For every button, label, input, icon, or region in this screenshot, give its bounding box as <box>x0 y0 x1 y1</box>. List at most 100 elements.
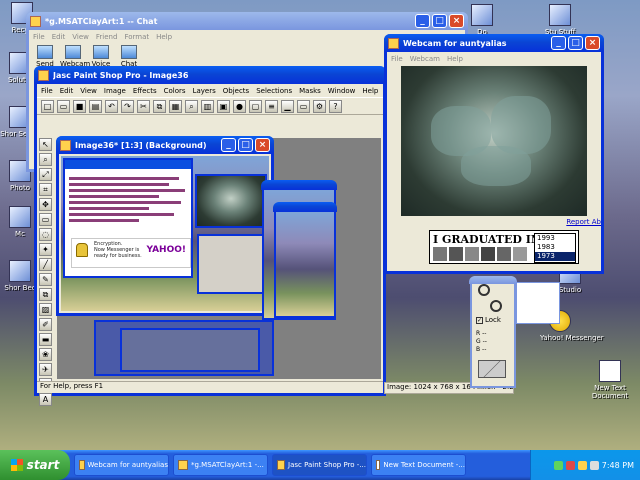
picture-tube-icon[interactable]: ❀ <box>39 348 52 361</box>
maximize-button[interactable]: □ <box>238 138 253 152</box>
layers-icon[interactable]: ≡ <box>265 99 278 113</box>
webcam-titlebar[interactable]: Webcam for auntyalias _ □ × <box>384 34 604 52</box>
cut-icon[interactable]: ✂ <box>137 99 150 113</box>
arrow-tool-icon[interactable]: ↖ <box>39 138 52 151</box>
document-icon <box>471 4 493 26</box>
overview-icon[interactable]: ▭ <box>297 99 310 113</box>
menu-colors[interactable]: Colors <box>164 87 186 95</box>
airbrush-tool-icon[interactable]: ✈ <box>39 363 52 376</box>
mover-tool-icon[interactable]: ✥ <box>39 198 52 211</box>
image-canvas[interactable]: Encryption. Now Messenger is ready for b… <box>61 156 269 311</box>
tool-options-icon[interactable]: ⚙ <box>313 99 326 113</box>
close-button[interactable]: × <box>255 138 270 152</box>
help-icon[interactable]: ? <box>329 99 342 113</box>
year-option[interactable]: 1983 <box>535 243 575 252</box>
menu-layers[interactable]: Layers <box>193 87 216 95</box>
zoom-icon[interactable]: ⌕ <box>185 99 198 113</box>
redo-icon[interactable]: ↷ <box>121 99 134 113</box>
notepad-icon <box>376 460 381 470</box>
clock[interactable]: 7:48 PM <box>602 461 634 470</box>
menu-masks[interactable]: Masks <box>299 87 321 95</box>
undo-icon[interactable]: ↶ <box>105 99 118 113</box>
retouch-tool-icon[interactable]: ✐ <box>39 318 52 331</box>
messenger-tray-icon[interactable] <box>577 460 587 470</box>
report-abuse-link[interactable]: Report Ab <box>566 218 601 226</box>
menu-file[interactable]: File <box>41 87 53 95</box>
selection-tool-icon[interactable]: ▭ <box>39 213 52 226</box>
year-listbox[interactable]: 1993 1983 1973 <box>534 233 576 263</box>
menu-webcam[interactable]: Webcam <box>410 55 440 63</box>
menu-view[interactable]: View <box>72 33 89 41</box>
maximize-button[interactable]: □ <box>432 14 447 28</box>
overview-panel[interactable]: ✓ Lock R -- G -- B -- <box>469 276 517 388</box>
psp-titlebar[interactable]: Jasc Paint Shop Pro - Image36 <box>34 66 386 84</box>
menu-file[interactable]: File <box>391 55 403 63</box>
menu-friend[interactable]: Friend <box>96 33 118 41</box>
eraser-tool-icon[interactable]: ▬ <box>39 333 52 346</box>
menu-view[interactable]: View <box>80 87 97 95</box>
taskbar-item-notepad[interactable]: New Text Document -... <box>371 454 466 476</box>
copy-icon[interactable]: ⧉ <box>153 99 166 113</box>
toolbox-icon[interactable]: ▢ <box>249 99 262 113</box>
desktop-icon-stu-stuff[interactable]: Stu Stuff <box>540 4 580 36</box>
checkbox-icon[interactable]: ✓ <box>476 316 483 324</box>
close-button[interactable]: × <box>449 14 464 28</box>
crop-tool-icon[interactable]: ⌗ <box>39 183 52 196</box>
deform-tool-icon[interactable]: ⤢ <box>39 168 52 181</box>
taskbar-item-webcam[interactable]: Webcam for auntyalias <box>74 454 169 476</box>
close-button[interactable]: × <box>585 36 600 50</box>
photo-thumbnail <box>449 247 463 261</box>
clone-tool-icon[interactable]: ⧉ <box>39 288 52 301</box>
paintbrush-tool-icon[interactable]: ✎ <box>39 273 52 286</box>
menu-edit[interactable]: Edit <box>60 87 74 95</box>
print-icon[interactable]: ▤ <box>89 99 102 113</box>
browse-icon[interactable]: ▥ <box>201 99 214 113</box>
desktop-icon-new-text-document[interactable]: New Text Document <box>590 360 630 400</box>
menu-window[interactable]: Window <box>328 87 356 95</box>
volume-icon[interactable] <box>589 460 599 470</box>
blank-window-fragment <box>516 282 560 324</box>
histogram-icon[interactable]: ▁ <box>281 99 294 113</box>
network-icon[interactable] <box>553 460 563 470</box>
menu-image[interactable]: Image <box>104 87 126 95</box>
color-wheel-icon[interactable]: ● <box>233 99 246 113</box>
webcam-window[interactable]: Webcam for auntyalias _ □ × File Webcam … <box>384 34 604 274</box>
menu-format[interactable]: Format <box>124 33 149 41</box>
text-tool-icon[interactable]: A <box>39 393 52 406</box>
menu-effects[interactable]: Effects <box>133 87 157 95</box>
chat-titlebar[interactable]: *g.MSATClayArt:1 -- Chat _ □ × <box>26 12 468 30</box>
maximize-button[interactable]: □ <box>568 36 583 50</box>
menu-selections[interactable]: Selections <box>256 87 292 95</box>
menu-file[interactable]: File <box>33 33 45 41</box>
dropper-tool-icon[interactable]: ╱ <box>39 258 52 271</box>
taskbar-item-chat[interactable]: *g.MSATClayArt:1 -... <box>173 454 268 476</box>
paste-icon[interactable]: ▦ <box>169 99 182 113</box>
save-icon[interactable]: ■ <box>73 99 86 113</box>
color-swatch[interactable] <box>478 360 506 378</box>
menu-edit[interactable]: Edit <box>52 33 66 41</box>
screen-capture-icon[interactable]: ▣ <box>217 99 230 113</box>
menu-help[interactable]: Help <box>447 55 463 63</box>
desktop-icon-do[interactable]: Do <box>462 4 502 36</box>
minimize-button[interactable]: _ <box>551 36 566 50</box>
text-document-icon <box>599 360 621 382</box>
zoom-tool-icon[interactable]: ⌕ <box>39 153 52 166</box>
menu-help[interactable]: Help <box>156 33 172 41</box>
magic-wand-icon[interactable]: ✦ <box>39 243 52 256</box>
color-replacer-icon[interactable]: ▨ <box>39 303 52 316</box>
taskbar-item-paint-shop-pro[interactable]: Jasc Paint Shop Pro -... <box>272 454 367 476</box>
minimize-button[interactable]: _ <box>221 138 236 152</box>
image-window[interactable]: Image36* [1:3] (Background) _ □ × Encryp… <box>56 136 274 316</box>
year-option[interactable]: 1993 <box>535 234 575 243</box>
lock-checkbox[interactable]: ✓ Lock <box>476 316 501 324</box>
minimize-button[interactable]: _ <box>415 14 430 28</box>
menu-objects[interactable]: Objects <box>223 87 249 95</box>
open-folder-icon[interactable]: ▭ <box>57 99 70 113</box>
image-titlebar[interactable]: Image36* [1:3] (Background) _ □ × <box>56 136 274 154</box>
shield-icon[interactable] <box>565 460 575 470</box>
new-file-icon[interactable]: □ <box>41 99 54 113</box>
lasso-tool-icon[interactable]: ◌ <box>39 228 52 241</box>
start-button[interactable]: start <box>0 450 70 480</box>
year-option-selected[interactable]: 1973 <box>535 252 575 261</box>
menu-help[interactable]: Help <box>362 87 378 95</box>
